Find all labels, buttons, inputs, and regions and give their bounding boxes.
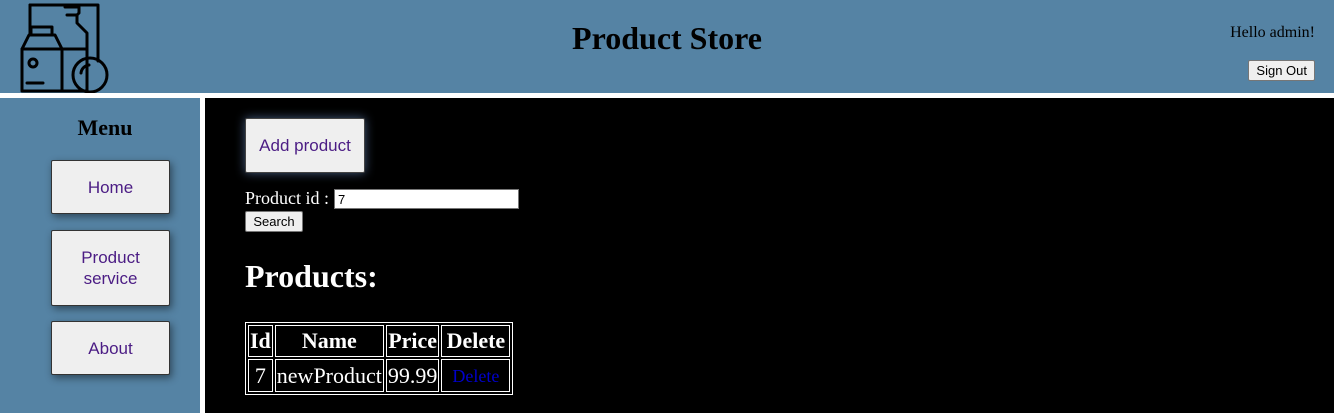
page-title: Product Store <box>572 20 762 56</box>
menu-title: Menu <box>77 115 133 140</box>
delete-link[interactable]: Delete <box>443 366 508 386</box>
header: Product Store Hello admin! Sign Out <box>0 0 1334 93</box>
column-header-id: Id <box>248 325 273 357</box>
sidebar-item-about[interactable]: About <box>51 321 170 375</box>
table-row: 7 newProduct 99.99 Delete <box>248 359 511 392</box>
cell-price: 99.99 <box>385 359 440 392</box>
column-header-name: Name <box>274 325 384 357</box>
column-header-price: Price <box>385 325 440 357</box>
products-table: Id Name Price Delete 7 newProduct 99.99 … <box>245 322 514 395</box>
sidebar-item-product-service[interactable]: Product service <box>51 230 170 306</box>
search-button[interactable]: Search <box>245 211 303 232</box>
product-id-input[interactable] <box>334 189 519 209</box>
cell-id: 7 <box>248 359 273 392</box>
user-greeting: Hello admin! <box>1230 24 1315 41</box>
sign-out-button[interactable]: Sign Out <box>1248 60 1315 81</box>
products-heading: Products: <box>245 258 378 294</box>
sidebar-item-home[interactable]: Home <box>51 160 170 214</box>
product-id-label: Product id : <box>245 188 329 208</box>
cell-name: newProduct <box>274 359 384 392</box>
add-product-button[interactable]: Add product <box>245 118 365 173</box>
column-header-delete: Delete <box>441 325 511 357</box>
table-header-row: Id Name Price Delete <box>248 325 511 357</box>
sidebar: Menu Home Product service About <box>0 98 200 413</box>
main-content: Add product Product id : Search Products… <box>205 98 1334 413</box>
cell-delete: Delete <box>441 359 511 392</box>
